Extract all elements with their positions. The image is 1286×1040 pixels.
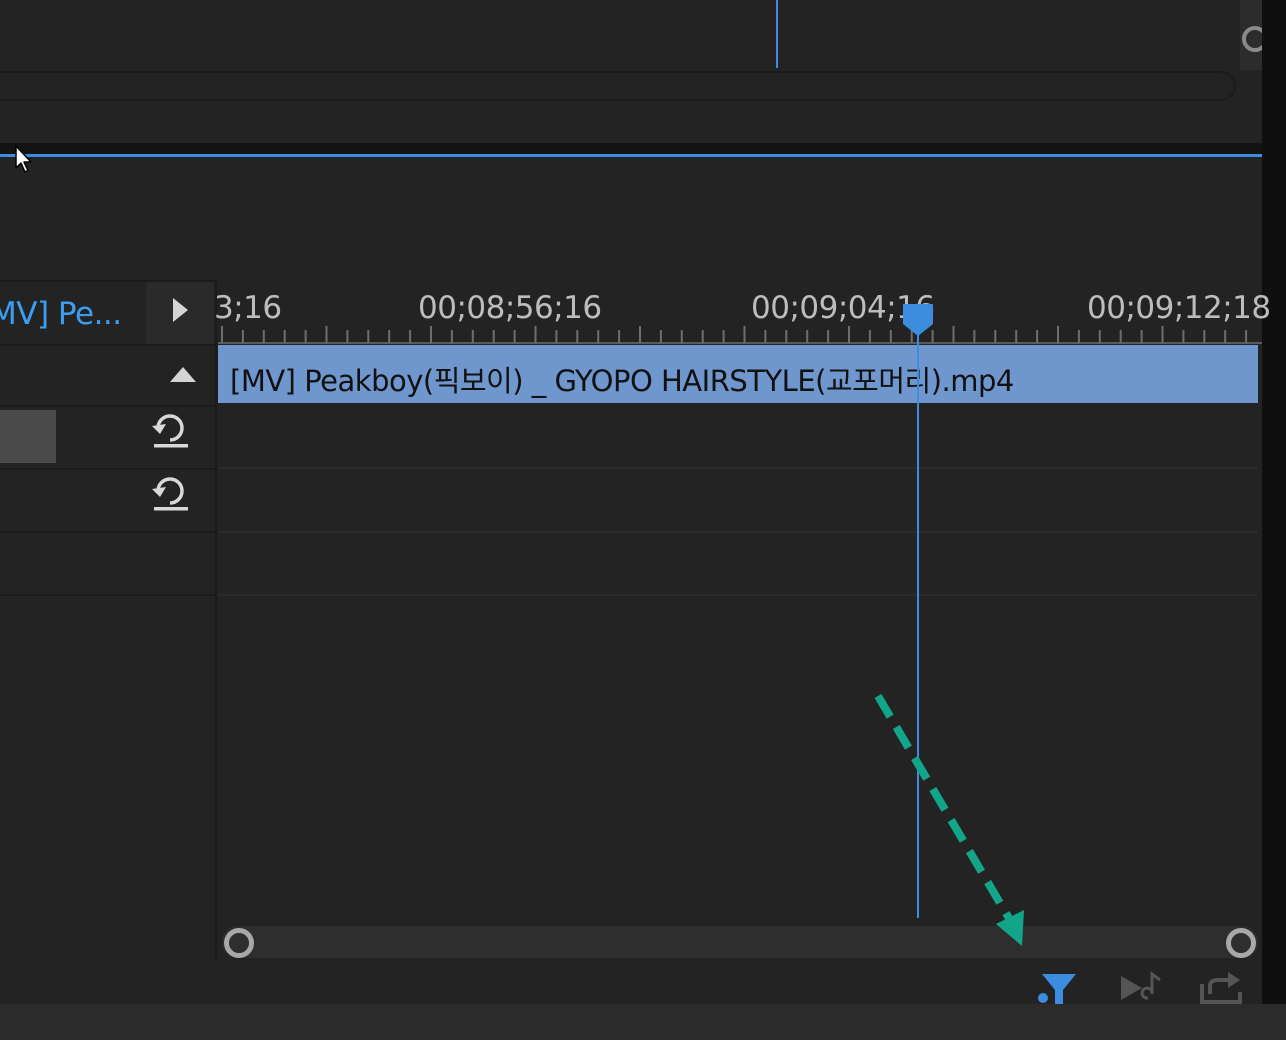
triangle-right-icon[interactable]	[173, 298, 188, 322]
row-divider	[0, 531, 215, 533]
triangle-up-icon[interactable]	[170, 367, 196, 382]
row-divider	[0, 405, 215, 407]
track-divider	[218, 594, 1258, 596]
panel-focus-indicator	[0, 154, 1262, 157]
status-strip	[0, 1004, 1286, 1040]
property-value-field[interactable]	[0, 410, 56, 463]
timecode-tick: 00;08;56;16	[418, 290, 602, 326]
annotation-arrow-icon	[874, 693, 1024, 946]
row-divider	[0, 594, 215, 596]
export-icon[interactable]	[1198, 968, 1246, 1004]
filter-icon[interactable]	[1036, 968, 1080, 1004]
timeline-zoom-scrollbar[interactable]	[222, 926, 1258, 958]
row-divider	[0, 468, 215, 470]
mouse-cursor-icon	[15, 145, 32, 173]
reset-icon[interactable]	[150, 475, 192, 515]
clip-bar-label: [MV] Peakboy(픽보이) _ GYOPO HAIRSTYLE(교포머리…	[230, 364, 1014, 398]
panel-divider[interactable]	[0, 143, 1262, 154]
play-audio-icon[interactable]	[1118, 968, 1166, 1004]
effect-controls-window: MV] Pe... 3;16 00;08;56;16 00;09;04;16 0…	[0, 0, 1286, 1040]
monitor-scrollbar[interactable]	[0, 71, 1236, 101]
timecode-tick: 00;09;12;18	[1087, 290, 1271, 326]
effect-properties-pane	[0, 280, 217, 960]
timecode-tick: 3;16	[214, 290, 282, 326]
track-divider	[218, 467, 1258, 469]
monitor-playhead[interactable]	[776, 0, 778, 68]
zoom-start-handle[interactable]	[224, 928, 254, 958]
zoom-end-handle[interactable]	[1226, 928, 1256, 958]
time-ruler[interactable]	[218, 322, 1262, 344]
row-divider	[0, 344, 215, 346]
reset-icon[interactable]	[150, 412, 192, 452]
track-divider	[218, 531, 1258, 533]
playhead-handle[interactable]	[901, 302, 935, 338]
window-edge	[1262, 0, 1286, 1004]
clip-name-label[interactable]: MV] Pe...	[0, 296, 122, 332]
